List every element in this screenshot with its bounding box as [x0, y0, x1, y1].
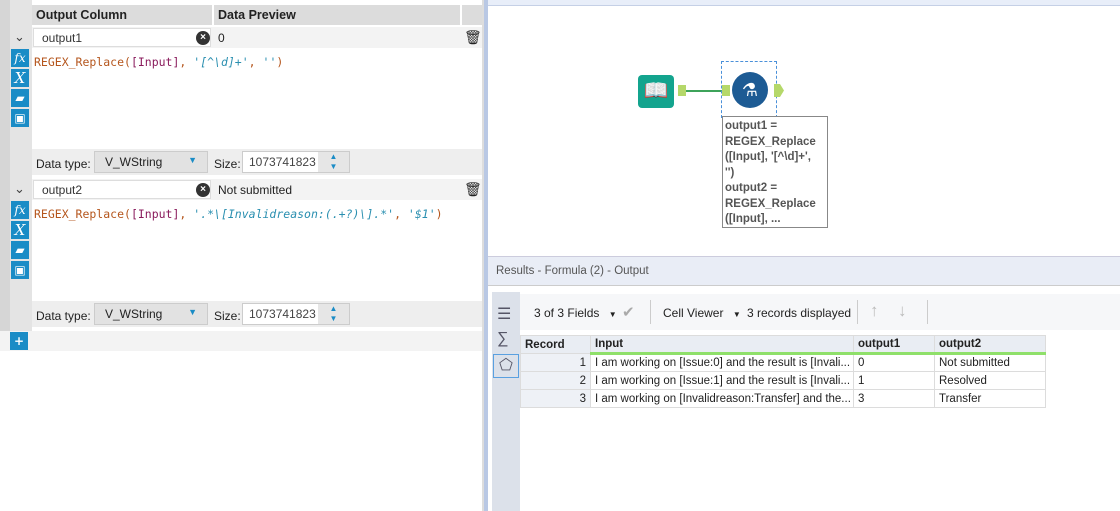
header-row: Record Input output1 output2 [520, 335, 1046, 355]
check-icon[interactable]: ✔ [622, 303, 635, 321]
results-toolbar: 3 of 3 Fields ▼ ✔ Cell Viewer ▼ 3 record… [520, 294, 1120, 330]
tag-icon[interactable]: ⬠ [493, 354, 519, 378]
folder-open-icon[interactable]: ▰ [11, 89, 29, 107]
save-icon[interactable]: ▣ [11, 109, 29, 127]
dropdown-arrow-icon: ▼ [732, 310, 741, 319]
variable-x-icon[interactable]: X [11, 221, 29, 239]
data-type-select[interactable]: V_WString ▼ [94, 303, 208, 325]
fields-selector[interactable]: 3 of 3 Fields ▼ [534, 306, 617, 320]
output-name-input[interactable]: output2 [33, 180, 211, 199]
table-row[interactable]: 2I am working on [Issue:1] and the resul… [520, 371, 1046, 390]
size-label: Size: [214, 157, 241, 171]
column-header-record[interactable]: Record [520, 335, 591, 354]
output2-cell[interactable]: Resolved [934, 371, 1046, 390]
output-name-input[interactable]: output1 [33, 28, 211, 47]
fx-icon[interactable]: fx [11, 201, 29, 219]
annotation-line: ([Input], ... [725, 213, 781, 225]
annotation-line: REGEX_Replace [725, 135, 816, 148]
formula-config-panel: Output Column Data Preview ⌄ output1 × 0… [0, 0, 484, 511]
results-table: Record Input output1 output2 1I am worki… [520, 335, 1046, 408]
folder-open-icon[interactable]: ▰ [11, 241, 29, 259]
clear-icon[interactable]: × [196, 31, 210, 45]
data-preview: Not submitted [218, 183, 293, 197]
size-label: Size: [214, 309, 241, 323]
results-sidebar: ☰ ∑ ⬠ [492, 292, 520, 511]
expression-editor[interactable]: REGEX_Replace([Input], '[^\d]+', '') [34, 55, 283, 69]
input-cell[interactable]: I am working on [Invalidreason:Transfer]… [590, 389, 854, 408]
variable-x-icon[interactable]: X [11, 69, 29, 87]
data-type-select[interactable]: V_WString ▼ [94, 151, 208, 173]
divider [650, 300, 651, 324]
header-data-preview: Data Preview [214, 5, 460, 25]
results-title: Results - Formula (2) - Output [488, 256, 1120, 286]
input-anchor[interactable] [722, 85, 730, 96]
records-count: 3 records displayed [747, 306, 852, 320]
output1-cell[interactable]: 0 [853, 353, 935, 372]
trash-icon[interactable]: 🗑 [464, 181, 482, 198]
chevron-down-icon[interactable]: ⌄ [14, 29, 25, 45]
fx-icon[interactable]: fx [11, 49, 29, 67]
record-cell: 1 [520, 353, 591, 372]
table-row[interactable]: 1I am working on [Issue:0] and the resul… [520, 353, 1046, 372]
text-input-tool-icon[interactable]: 📖 [638, 75, 674, 108]
data-type-label: Data type: [36, 309, 91, 323]
header-spacer [462, 5, 482, 25]
chevron-down-icon[interactable]: ⌄ [14, 181, 25, 197]
output-anchor[interactable] [678, 85, 686, 96]
output1-cell[interactable]: 1 [853, 371, 935, 390]
header-output-column: Output Column [32, 5, 212, 25]
output2-cell[interactable]: Not submitted [934, 353, 1046, 372]
sigma-icon[interactable]: ∑ [497, 330, 515, 348]
output1-cell[interactable]: 3 [853, 389, 935, 408]
connection-line [686, 90, 722, 92]
row-grip[interactable] [0, 0, 10, 350]
table-row[interactable]: 3I am working on [Invalidreason:Transfer… [520, 389, 1046, 408]
expression-editor[interactable]: REGEX_Replace([Input], '.*\[Invalidreaso… [34, 207, 443, 221]
add-field-button[interactable]: + [10, 332, 28, 350]
input-cell[interactable]: I am working on [Issue:0] and the result… [590, 353, 854, 372]
divider [927, 300, 928, 324]
column-header-output2[interactable]: output2 [934, 335, 1046, 355]
fields-label: 3 of 3 Fields [534, 306, 600, 320]
cell-viewer-label: Cell Viewer [663, 306, 724, 320]
annotation-line: REGEX_Replace [725, 197, 816, 210]
trash-icon[interactable]: 🗑 [464, 29, 482, 46]
dropdown-arrow-icon: ▼ [608, 310, 617, 319]
annotation-line: output2 = [725, 182, 778, 194]
data-preview: 0 [218, 31, 225, 45]
tool-annotation: output1 = REGEX_Replace ([Input], '[^\d]… [722, 116, 828, 228]
input-cell[interactable]: I am working on [Issue:1] and the result… [590, 371, 854, 390]
divider [857, 300, 858, 324]
dropdown-arrow-icon: ▼ [188, 155, 197, 165]
data-type-value: V_WString [105, 155, 163, 169]
record-cell: 2 [520, 371, 591, 390]
formula-tool-icon[interactable]: ⚗ [732, 72, 768, 108]
data-type-value: V_WString [105, 307, 163, 321]
add-row [0, 331, 482, 351]
column-header-input[interactable]: Input [590, 335, 854, 355]
column-header-output1[interactable]: output1 [853, 335, 935, 355]
canvas-ruler [488, 0, 1120, 6]
size-spinner[interactable]: ▲ ▼ [318, 151, 350, 173]
cell-viewer-dropdown[interactable]: Cell Viewer ▼ [663, 306, 741, 320]
record-cell: 3 [520, 389, 591, 408]
arrow-down-icon[interactable]: ↓ [898, 301, 907, 321]
annotation-line: output1 = [725, 120, 778, 132]
arrow-up-icon[interactable]: ↑ [870, 301, 879, 321]
size-spinner[interactable]: ▲ ▼ [318, 303, 350, 325]
table-view-icon[interactable]: ☰ [497, 304, 515, 324]
output2-cell[interactable]: Transfer [934, 389, 1046, 408]
annotation-line: ([Input], '[^\d]+', [725, 151, 811, 163]
output-anchor[interactable] [774, 84, 784, 97]
data-type-label: Data type: [36, 157, 91, 171]
dropdown-arrow-icon: ▼ [188, 307, 197, 317]
save-icon[interactable]: ▣ [11, 261, 29, 279]
annotation-line: '') [725, 166, 735, 179]
clear-icon[interactable]: × [196, 183, 210, 197]
